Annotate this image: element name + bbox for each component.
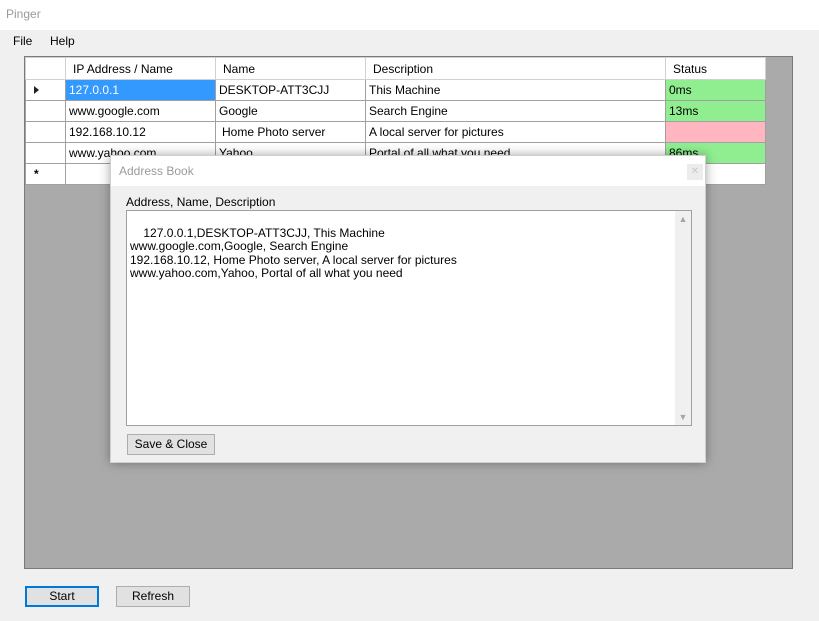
cell-status[interactable] [665, 121, 766, 143]
row-header-corner [25, 57, 66, 80]
menu-bar: File Help [0, 30, 819, 52]
dialog-title-bar[interactable]: Address Book ✕ [111, 156, 705, 186]
close-icon[interactable]: ✕ [687, 164, 703, 180]
cell-name[interactable]: Home Photo server [215, 121, 366, 143]
cell-name[interactable]: DESKTOP-ATT3CJJ [215, 79, 366, 101]
cell-description[interactable]: A local server for pictures [365, 121, 666, 143]
row-header[interactable]: * [25, 163, 66, 185]
cell-ip[interactable]: 127.0.0.1 [65, 79, 216, 101]
cell-description[interactable]: This Machine [365, 79, 666, 101]
current-row-arrow-icon [34, 86, 39, 94]
row-header[interactable] [25, 79, 66, 101]
cell-status[interactable]: 0ms [665, 79, 766, 101]
address-list-textarea[interactable]: 127.0.0.1,DESKTOP-ATT3CJJ, This Machine … [126, 210, 692, 426]
address-list-label: Address, Name, Description [126, 195, 276, 209]
menu-help[interactable]: Help [50, 34, 75, 48]
refresh-button[interactable]: Refresh [116, 586, 190, 607]
column-header-name[interactable]: Name [215, 57, 366, 80]
table-row[interactable]: www.google.com Google Search Engine 13ms [25, 100, 766, 122]
table-row[interactable]: 127.0.0.1 DESKTOP-ATT3CJJ This Machine 0… [25, 79, 766, 101]
table-row[interactable]: 192.168.10.12 Home Photo server A local … [25, 121, 766, 143]
row-header[interactable] [25, 100, 66, 122]
vertical-scrollbar[interactable]: ▲ ▼ [675, 211, 691, 425]
title-bar: Pinger [0, 0, 819, 30]
column-header-status[interactable]: Status [665, 57, 766, 80]
cell-name[interactable]: Google [215, 100, 366, 122]
scroll-down-icon[interactable]: ▼ [675, 409, 691, 425]
menu-file[interactable]: File [13, 34, 32, 48]
cell-status[interactable]: 13ms [665, 100, 766, 122]
column-header-description[interactable]: Description [365, 57, 666, 80]
address-book-dialog: Address Book ✕ Address, Name, Descriptio… [110, 155, 706, 463]
row-header[interactable] [25, 121, 66, 143]
cell-ip[interactable]: www.google.com [65, 100, 216, 122]
row-header[interactable] [25, 142, 66, 164]
grid-header-row: IP Address / Name Name Description Statu… [25, 57, 766, 80]
save-close-button[interactable]: Save & Close [127, 434, 215, 455]
cell-description[interactable]: Search Engine [365, 100, 666, 122]
scroll-up-icon[interactable]: ▲ [675, 211, 691, 227]
window-title: Pinger [6, 7, 41, 21]
cell-ip[interactable]: 192.168.10.12 [65, 121, 216, 143]
address-list-content: 127.0.0.1,DESKTOP-ATT3CJJ, This Machine … [130, 225, 457, 280]
dialog-title: Address Book [119, 164, 194, 178]
column-header-ip[interactable]: IP Address / Name [65, 57, 216, 80]
start-button[interactable]: Start [25, 586, 99, 607]
new-row-marker: * [34, 167, 39, 181]
